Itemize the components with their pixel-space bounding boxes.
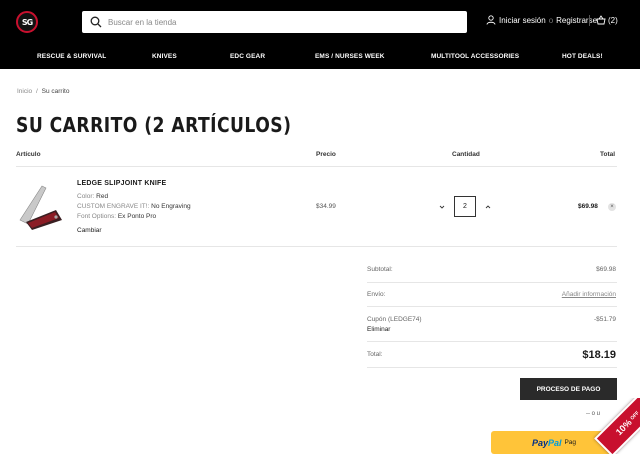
option-value: Red (96, 193, 109, 200)
promo-sub: OFF (629, 410, 640, 422)
line-total: $69.98 (578, 203, 598, 210)
nav-item-edc-gear[interactable]: EDC GEAR (230, 53, 265, 60)
promo-ribbon: 10% OFF (594, 398, 640, 454)
breadcrumb-current: Su carrito (41, 88, 70, 95)
cart-count: (2) (608, 15, 618, 25)
or-text: o (548, 15, 554, 25)
paypal-suffix: Pag (564, 439, 577, 446)
unit-price: $34.99 (316, 203, 336, 210)
coupon-value: -$51.79 (593, 316, 616, 323)
summary-divider (367, 282, 617, 283)
product-name[interactable]: LEDGE SLIPJOINT KNIFE (77, 180, 166, 187)
chevron-up-icon (485, 204, 491, 208)
total-label: Total: (367, 351, 383, 358)
quantity-input[interactable]: 2 (454, 196, 476, 217)
account-links: Iniciar sesión o Registrarse (486, 15, 597, 25)
page-title: SU CARRITO (2 ARTÍCULOS) (16, 113, 292, 137)
grand-total: $18.19 (582, 349, 616, 361)
add-shipping-info-link[interactable]: Añadir información (562, 291, 616, 298)
option-label: Color: (77, 193, 95, 200)
main-nav: RESCUE & SURVIVAL KNIVES EDC GEAR EMS / … (0, 46, 640, 66)
login-link[interactable]: Iniciar sesión (499, 16, 546, 25)
nav-item-knives[interactable]: KNIVES (152, 53, 177, 60)
search-bar[interactable] (82, 11, 467, 33)
product-option-color: Color: Red (77, 193, 108, 200)
chevron-down-icon (439, 205, 445, 209)
paypal-logo-pay: Pay (531, 437, 548, 448)
search-input[interactable] (108, 17, 408, 27)
logo-text: SG (21, 17, 33, 27)
search-icon (90, 16, 102, 28)
subtotal-value: $69.98 (596, 266, 616, 273)
site-logo[interactable]: SG (16, 11, 38, 33)
product-image[interactable] (16, 180, 66, 232)
column-header-quantity: Cantidad (452, 151, 480, 158)
remove-coupon-link[interactable]: Eliminar (367, 326, 390, 333)
product-option-engrave: CUSTOM ENGRAVE IT!: No Engraving (77, 203, 191, 210)
site-header: SG Iniciar sesión o Registrarse (2) RESC… (0, 0, 640, 69)
basket-icon (596, 15, 606, 25)
breadcrumb-home[interactable]: Inicio (17, 88, 32, 95)
table-divider (16, 246, 617, 247)
coupon-label: Cupón (LEDGE74) (367, 316, 422, 323)
summary-divider (367, 367, 617, 368)
header-divider (589, 15, 590, 26)
cart-link[interactable]: (2) (596, 15, 618, 25)
user-icon (486, 15, 496, 25)
option-value: No Engraving (151, 203, 191, 210)
table-divider (16, 166, 617, 167)
option-value: Ex Ponto Pro (117, 213, 157, 220)
option-label: CUSTOM ENGRAVE IT!: (77, 203, 150, 210)
shipping-label: Envío: (367, 291, 386, 298)
nav-item-multitool-accessories[interactable]: MULTITOOL ACCESSORIES (431, 53, 519, 60)
product-option-font: Font Options: Ex Ponto Pro (77, 213, 156, 220)
discount-promo-badge[interactable]: 10% OFF (585, 398, 640, 454)
nav-item-rescue-survival[interactable]: RESCUE & SURVIVAL (37, 53, 106, 60)
column-header-total: Total (600, 151, 616, 158)
subtotal-label: Subtotal: (367, 266, 393, 273)
register-link[interactable]: Registrarse (556, 16, 597, 25)
quantity-increase-button[interactable] (478, 196, 498, 217)
checkout-button[interactable]: PROCESO DE PAGO (520, 378, 617, 400)
nav-item-ems-nurses-week[interactable]: EMS / NURSES WEEK (315, 53, 385, 60)
column-header-price: Precio (316, 151, 336, 158)
nav-item-hot-deals[interactable]: HOT DEALS! (562, 53, 603, 60)
remove-item-button[interactable]: × (608, 203, 616, 211)
summary-divider (367, 341, 617, 342)
option-label: Font Options: (77, 213, 117, 220)
change-options-link[interactable]: Cambiar (77, 227, 102, 234)
breadcrumb: Inicio / Su carrito (17, 88, 69, 95)
quantity-decrease-button[interactable] (432, 196, 452, 217)
column-header-item: Artículo (16, 151, 41, 158)
promo-text: 10% (613, 417, 634, 438)
paypal-logo-pal: Pal (547, 437, 562, 448)
breadcrumb-separator: / (36, 88, 38, 95)
summary-divider (367, 306, 617, 307)
